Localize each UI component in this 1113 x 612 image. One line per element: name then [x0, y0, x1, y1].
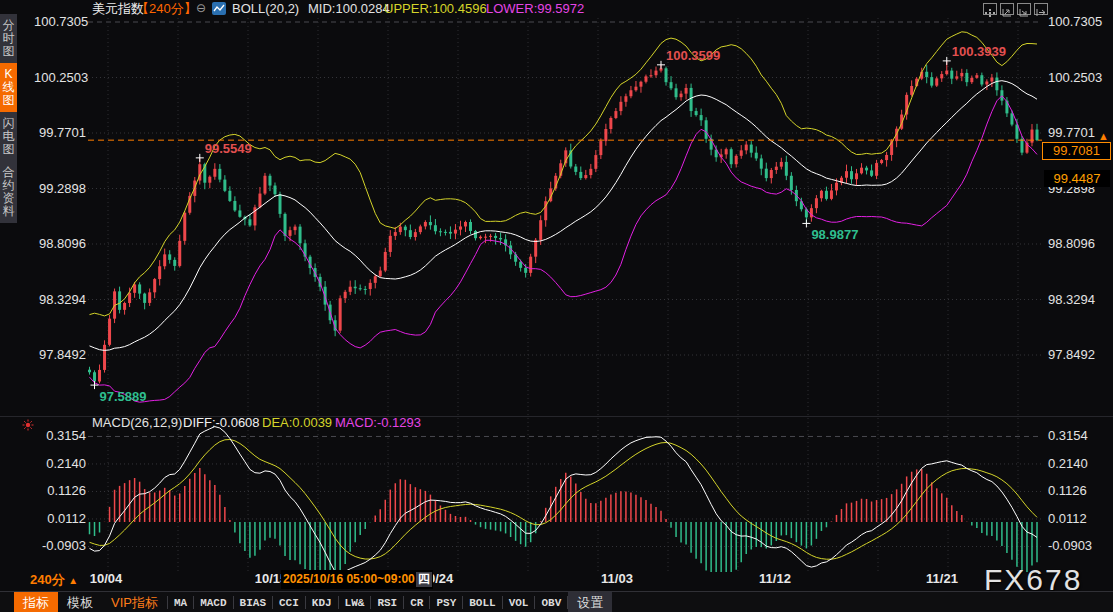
macd-title: MACD(26,12,9) [92, 415, 182, 430]
boll-lower-value: LOWER:99.5972 [486, 2, 584, 16]
toolbar-item-BOLL[interactable]: BOLL [463, 594, 501, 612]
price-axis-label-left: 98.3294 [34, 293, 86, 307]
crosshair-date-tooltip: 2025/10/16 05:00~09:00四 [281, 570, 433, 589]
price-axis-label-left: 99.2898 [34, 182, 86, 196]
zoom-in-tool-icon[interactable] [1000, 3, 1014, 15]
extreme-price-annotation: 100.3939 [952, 44, 1006, 59]
period-selector[interactable]: 240分 ▲ [30, 571, 78, 589]
price-axis-label-right: 98.8096 [1048, 237, 1095, 251]
macd-axis-label-right: 0.1126 [1048, 484, 1087, 498]
date-tick-label: 11/03 [587, 571, 647, 586]
extreme-price-annotation: 100.3599 [666, 48, 720, 63]
toolbar-item-MA[interactable]: MA [168, 594, 193, 612]
toolbar-item-模板[interactable]: 模板 [58, 592, 102, 612]
macd-axis-label-right: 0.2140 [1048, 457, 1088, 471]
boll-upper-value: UPPER:100.4596 [384, 2, 487, 16]
toolbar-item-设置[interactable]: 设置 [568, 592, 612, 612]
toolbar-item-BIAS[interactable]: BIAS [234, 594, 272, 612]
price-up-arrow-icon: ▲ [1098, 130, 1109, 142]
macd-axis-label-left: 0.3154 [34, 429, 86, 443]
macd-axis-label-right: 0.0112 [1048, 512, 1087, 526]
macd-axis-label-left: 0.2140 [34, 457, 86, 471]
price-axis-label-right: 100.2503 [1048, 71, 1102, 85]
crosshair-tool-icon[interactable] [983, 3, 997, 15]
sidebar-tab-3[interactable]: 闪电图 [0, 112, 17, 161]
price-axis-label-left: 100.7305 [34, 15, 86, 29]
macd-axis-label-left: 0.0112 [34, 512, 86, 526]
date-tick-label: 10/04 [76, 571, 136, 586]
toolbar-item-RSI[interactable]: RSI [371, 594, 403, 612]
price-axis-label-left: 100.2503 [34, 71, 86, 85]
price-axis-label-right: 99.7701 [1048, 126, 1095, 140]
left-sidebar: 分时图K线图闪电图合约资料 [0, 14, 17, 223]
expand-tool-icon[interactable] [1034, 3, 1048, 15]
top-bar: 美元指数 【240分】 ⊖ BOLL(20,2) MID:100.0284 UP… [0, 0, 1113, 17]
toolbar-item-CCI[interactable]: CCI [273, 594, 305, 612]
sidebar-tab-1[interactable]: 分时图 [0, 14, 17, 63]
macd-axis-label-right: -0.0903 [1048, 539, 1092, 553]
chart-type-icon[interactable] [212, 2, 226, 15]
toolbar-item-VOL[interactable]: VOL [503, 594, 535, 612]
date-tick-label: 11/21 [912, 571, 972, 586]
sidebar-tab-2[interactable]: K线图 [0, 63, 17, 112]
price-axis-label-left: 98.8096 [34, 237, 86, 251]
zoom-out-tool-icon[interactable] [1017, 3, 1031, 15]
indicator-alert-icon[interactable] [22, 419, 34, 431]
chart-canvas[interactable] [0, 0, 1113, 612]
toolbar-item-OBV[interactable]: OBV [535, 594, 567, 612]
extreme-price-annotation: 98.9877 [811, 227, 858, 242]
extreme-price-annotation: 97.5889 [100, 389, 147, 404]
macd-axis-label-left: -0.0903 [34, 539, 86, 553]
boll-mid-value: MID:100.0284 [308, 2, 390, 16]
macd-dea-value: DEA:0.0039 [262, 415, 332, 430]
prev-price-label: 99.4487 [1044, 170, 1110, 187]
toolbar-item-PSY[interactable]: PSY [430, 594, 462, 612]
macd-hist-value: MACD:-0.1293 [335, 415, 421, 430]
price-axis-label-right: 97.8492 [1048, 348, 1095, 362]
sidebar-tab-4[interactable]: 合约资料 [0, 161, 17, 223]
macd-axis-label-right: 0.3154 [1048, 429, 1088, 443]
current-price-label: 99.7081 [1042, 142, 1111, 160]
date-tick-label: 11/12 [745, 571, 805, 586]
macd-axis-label-left: 0.1126 [34, 484, 86, 498]
price-axis-label-left: 97.8492 [34, 348, 86, 362]
toolbar-item-KDJ[interactable]: KDJ [306, 594, 338, 612]
bottom-toolbar: 指标模板VIP指标MAMACDBIASCCIKDJLW&RSICRPSYBOLL… [0, 591, 1113, 612]
macd-diff-value: DIFF:-0.0608 [183, 415, 260, 430]
toolbar-item-VIP指标[interactable]: VIP指标 [102, 592, 167, 612]
extreme-price-annotation: 99.5549 [205, 141, 252, 156]
toolbar-item-LW&[interactable]: LW& [339, 594, 371, 612]
collapse-icon[interactable]: ⊖ [196, 1, 206, 15]
toolbar-item-CR[interactable]: CR [404, 594, 429, 612]
chart-app: 美元指数 【240分】 ⊖ BOLL(20,2) MID:100.0284 UP… [0, 0, 1113, 612]
toolbar-item-指标[interactable]: 指标 [14, 592, 58, 612]
toolbar-item-MACD[interactable]: MACD [194, 594, 232, 612]
price-axis-label-right: 100.7305 [1048, 15, 1102, 29]
price-axis-label-right: 98.3294 [1048, 293, 1095, 307]
price-axis-label-left: 99.7701 [34, 126, 86, 140]
boll-label: BOLL(20,2) [232, 2, 299, 16]
period-label: 【240分】 [136, 2, 197, 16]
